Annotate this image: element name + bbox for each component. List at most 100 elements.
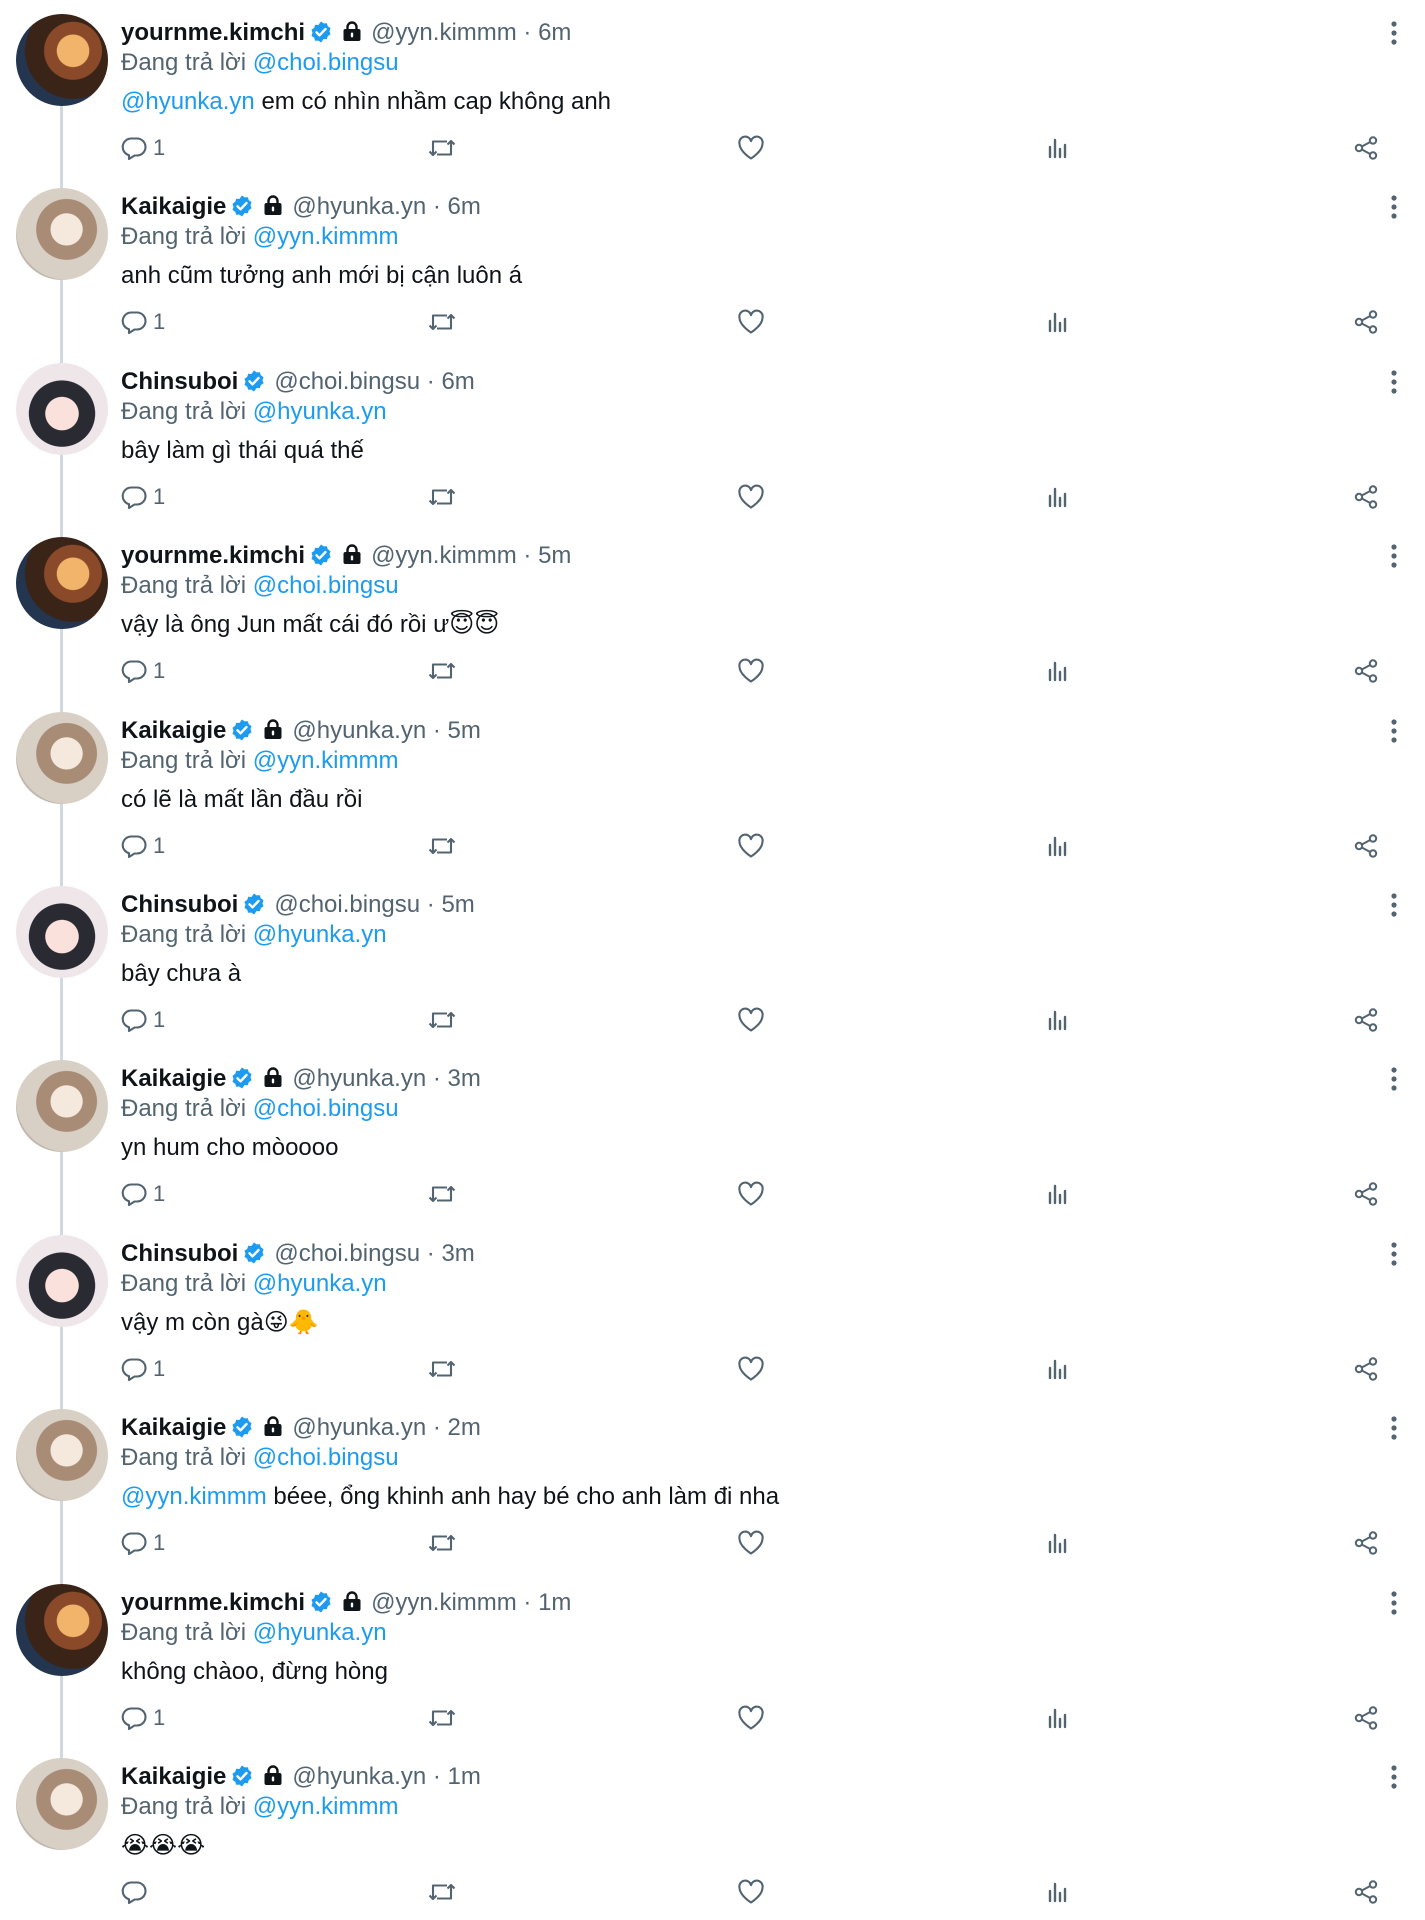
reply-button[interactable]: 1 — [121, 132, 165, 164]
like-button[interactable] — [737, 306, 765, 338]
replying-to-handle-link[interactable]: @hyunka.yn — [253, 1619, 387, 1646]
more-options-icon[interactable] — [1390, 20, 1398, 46]
user-handle[interactable]: @choi.bingsu — [274, 891, 420, 918]
share-button[interactable] — [1353, 1178, 1379, 1210]
user-handle[interactable]: @choi.bingsu — [274, 1240, 420, 1267]
timestamp[interactable]: 1m — [448, 1763, 481, 1790]
replying-to-handle-link[interactable]: @choi.bingsu — [253, 49, 399, 76]
user-handle[interactable]: @yyn.kimmm — [371, 542, 517, 569]
more-options-icon[interactable] — [1390, 369, 1398, 395]
views-button[interactable] — [1046, 1702, 1070, 1734]
timestamp[interactable]: 1m — [538, 1589, 571, 1616]
retweet-button[interactable] — [427, 1004, 457, 1036]
more-options-icon[interactable] — [1390, 194, 1398, 220]
share-button[interactable] — [1353, 1527, 1379, 1559]
retweet-button[interactable] — [427, 1527, 457, 1559]
retweet-button[interactable] — [427, 306, 457, 338]
views-button[interactable] — [1046, 1178, 1070, 1210]
tweet[interactable]: Chinsuboi @choi.bingsu · 6m Đang trả lời … — [0, 349, 1425, 524]
views-button[interactable] — [1046, 1527, 1070, 1559]
like-button[interactable] — [737, 1178, 765, 1210]
timestamp[interactable]: 6m — [448, 193, 481, 220]
retweet-button[interactable] — [427, 830, 457, 862]
replying-to-handle-link[interactable]: @choi.bingsu — [253, 572, 399, 599]
timestamp[interactable]: 6m — [538, 19, 571, 46]
views-button[interactable] — [1046, 830, 1070, 862]
replying-to-handle-link[interactable]: @yyn.kimmm — [253, 1793, 399, 1820]
more-options-icon[interactable] — [1390, 1590, 1398, 1616]
avatar[interactable] — [16, 1583, 108, 1676]
retweet-button[interactable] — [427, 1178, 457, 1210]
retweet-button[interactable] — [427, 1702, 457, 1734]
display-name[interactable]: Chinsuboi — [121, 891, 238, 918]
share-button[interactable] — [1353, 655, 1379, 687]
views-button[interactable] — [1046, 655, 1070, 687]
avatar[interactable] — [16, 1409, 108, 1502]
display-name[interactable]: Kaikaigie — [121, 1763, 226, 1790]
retweet-button[interactable] — [427, 132, 457, 164]
reply-button[interactable]: 1 — [121, 1004, 165, 1036]
avatar[interactable] — [16, 886, 108, 978]
display-name[interactable]: Chinsuboi — [121, 368, 238, 395]
timestamp[interactable]: 5m — [441, 891, 474, 918]
tweet[interactable]: Chinsuboi @choi.bingsu · 3m Đang trả lời … — [0, 1221, 1425, 1396]
user-handle[interactable]: @yyn.kimmm — [371, 1589, 517, 1616]
more-options-icon[interactable] — [1390, 543, 1398, 569]
user-handle[interactable]: @hyunka.yn — [292, 193, 426, 220]
user-handle[interactable]: @yyn.kimmm — [371, 19, 517, 46]
tweet[interactable]: Kaikaigie @hyunka.yn · 3m Đang trả lời @c… — [0, 1046, 1425, 1221]
avatar[interactable] — [16, 1234, 108, 1327]
views-button[interactable] — [1046, 481, 1070, 513]
more-options-icon[interactable] — [1390, 1415, 1398, 1441]
share-button[interactable] — [1353, 830, 1379, 862]
tweet[interactable]: yournme.kimchi @yyn.kimmm · 5m Đang trả l… — [0, 523, 1425, 698]
reply-button[interactable]: 1 — [121, 1178, 165, 1210]
replying-to-handle-link[interactable]: @choi.bingsu — [253, 1444, 399, 1471]
like-button[interactable] — [737, 1702, 765, 1734]
reply-button[interactable]: 1 — [121, 306, 165, 338]
display-name[interactable]: Kaikaigie — [121, 193, 226, 220]
like-button[interactable] — [737, 1527, 765, 1559]
more-options-icon[interactable] — [1390, 1241, 1398, 1267]
display-name[interactable]: yournme.kimchi — [121, 19, 305, 46]
user-handle[interactable]: @hyunka.yn — [292, 717, 426, 744]
like-button[interactable] — [737, 655, 765, 687]
views-button[interactable] — [1046, 1004, 1070, 1036]
avatar[interactable] — [16, 14, 108, 106]
mention-link[interactable]: @yyn.kimmm — [121, 1483, 267, 1510]
views-button[interactable] — [1046, 132, 1070, 164]
tweet[interactable]: Kaikaigie @hyunka.yn · 1m Đang trả lời @y… — [0, 1744, 1425, 1919]
reply-button[interactable]: 1 — [121, 655, 165, 687]
more-options-icon[interactable] — [1390, 1764, 1398, 1790]
timestamp[interactable]: 5m — [538, 542, 571, 569]
replying-to-handle-link[interactable]: @hyunka.yn — [253, 398, 387, 425]
views-button[interactable] — [1046, 1353, 1070, 1385]
like-button[interactable] — [737, 830, 765, 862]
like-button[interactable] — [737, 1004, 765, 1036]
retweet-button[interactable] — [427, 481, 457, 513]
display-name[interactable]: Kaikaigie — [121, 717, 226, 744]
avatar[interactable] — [16, 537, 108, 630]
like-button[interactable] — [737, 481, 765, 513]
tweet[interactable]: Chinsuboi @choi.bingsu · 5m Đang trả lời … — [0, 872, 1425, 1047]
share-button[interactable] — [1353, 1702, 1379, 1734]
tweet[interactable]: Kaikaigie @hyunka.yn · 5m Đang trả lời @y… — [0, 698, 1425, 873]
timestamp[interactable]: 6m — [441, 368, 474, 395]
like-button[interactable] — [737, 1876, 765, 1908]
mention-link[interactable]: @hyunka.yn — [121, 88, 255, 115]
display-name[interactable]: yournme.kimchi — [121, 542, 305, 569]
reply-button[interactable]: 1 — [121, 830, 165, 862]
share-button[interactable] — [1353, 481, 1379, 513]
replying-to-handle-link[interactable]: @hyunka.yn — [253, 1270, 387, 1297]
tweet[interactable]: yournme.kimchi @yyn.kimmm · 1m Đang trả l… — [0, 1570, 1425, 1745]
views-button[interactable] — [1046, 306, 1070, 338]
share-button[interactable] — [1353, 1876, 1379, 1908]
user-handle[interactable]: @choi.bingsu — [274, 368, 420, 395]
replying-to-handle-link[interactable]: @hyunka.yn — [253, 921, 387, 948]
reply-button[interactable] — [121, 1876, 147, 1908]
retweet-button[interactable] — [427, 1353, 457, 1385]
retweet-button[interactable] — [427, 655, 457, 687]
user-handle[interactable]: @hyunka.yn — [292, 1065, 426, 1092]
reply-button[interactable]: 1 — [121, 481, 165, 513]
timestamp[interactable]: 5m — [448, 717, 481, 744]
